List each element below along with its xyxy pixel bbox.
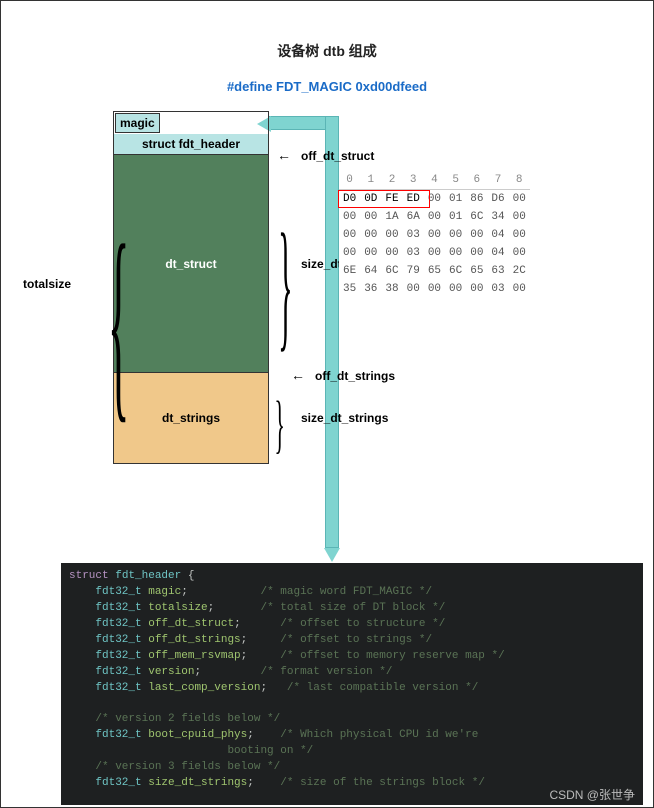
diagram-title: 设备树 dtb 组成 [1, 1, 653, 61]
dt-strings-block: dt_strings [114, 373, 268, 463]
define-line: #define FDT_MAGIC 0xd00dfeed [1, 61, 653, 94]
brace-size-struct: } [278, 203, 292, 369]
arrowhead-to-code [324, 548, 340, 562]
label-off-dt-struct: off_dt_struct [301, 149, 374, 163]
dtb-blocks: magic struct fdt_header dt_struct dt_str… [113, 111, 269, 464]
watermark: CSDN @张世争 [549, 786, 635, 803]
label-totalsize: totalsize [23, 277, 71, 291]
fdt-header-block: struct fdt_header [114, 134, 268, 155]
brace-size-strings: } [274, 386, 284, 462]
hex-dump: 012345678D00DFEED000186D60000001A6A00016… [339, 171, 530, 298]
brace-totalsize: { [108, 199, 130, 446]
dt-struct-block: dt_struct [114, 155, 268, 373]
magic-tag: magic [114, 112, 268, 134]
arrow-off-strings: ← [291, 367, 305, 383]
label-size-dt-strings: size_dt_strings [301, 411, 388, 425]
arrow-off-struct: ← [277, 147, 291, 163]
code-block: struct fdt_header { fdt32_t magic; /* ma… [61, 563, 643, 805]
label-off-dt-strings: off_dt_strings [315, 369, 395, 383]
connector-vertical [325, 116, 339, 548]
